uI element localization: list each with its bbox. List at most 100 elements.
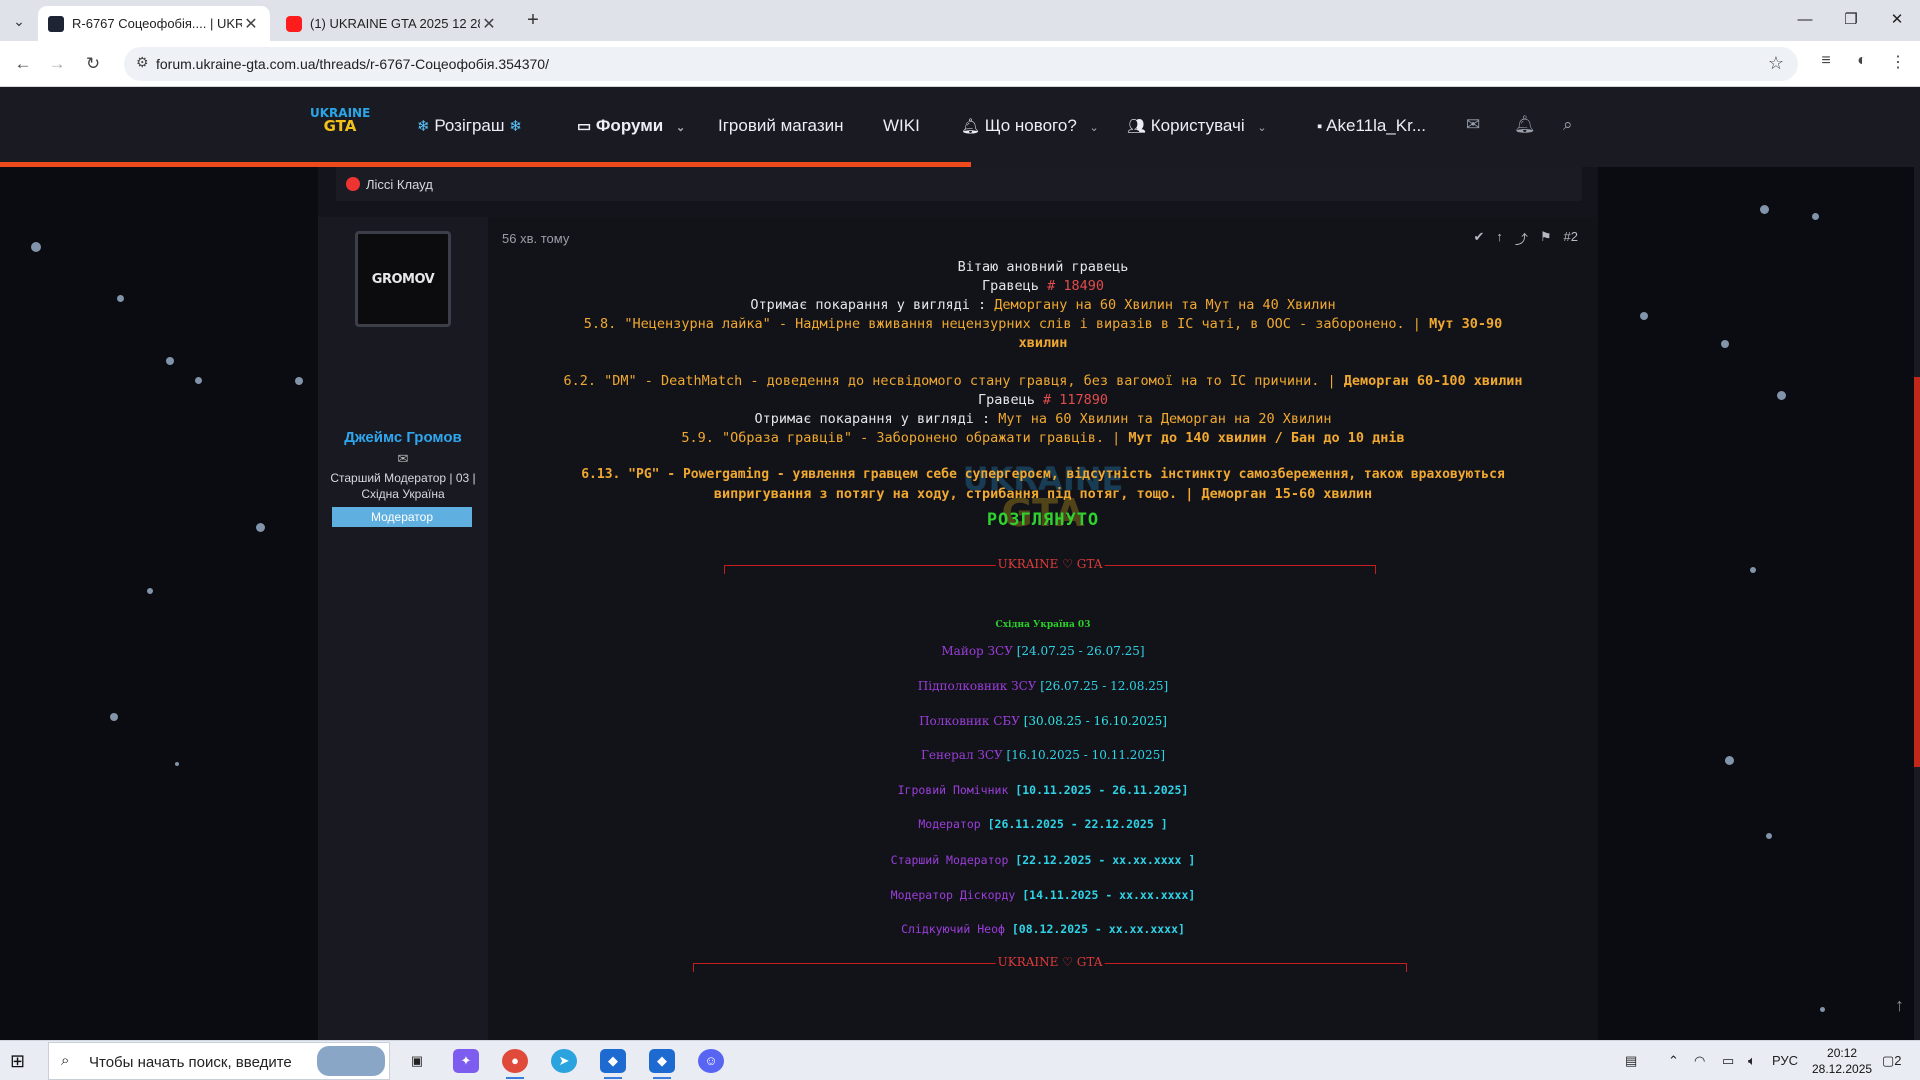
system-clock[interactable]: 20:12 28.12.2025 — [1812, 1045, 1872, 1077]
bell-icon: 🔔︎ — [961, 118, 981, 135]
back-to-top-icon[interactable]: ↑ — [1895, 995, 1904, 1016]
show-hidden-icons-icon[interactable]: ⌃ — [1668, 1053, 1679, 1069]
post-number[interactable]: #2 — [1564, 229, 1578, 248]
post-author[interactable]: Джеймс Громов — [318, 429, 488, 446]
site-info-icon[interactable]: ⚙ — [136, 54, 149, 71]
rank-role: Ігровий Помічник — [897, 783, 1016, 797]
discord-icon[interactable]: ☺ — [698, 1049, 724, 1073]
chevron-down-icon[interactable]: ⌄ — [1257, 122, 1266, 134]
address-bar[interactable]: ⚙ forum.ukraine-gta.com.ua/threads/r-676… — [124, 47, 1798, 81]
copilot-icon[interactable]: ✦ — [453, 1049, 479, 1073]
envelope-icon[interactable]: ✉ — [318, 451, 488, 467]
rank-line: Слідкуючий Неоф [08.12.2025 - xx.xx.xxxx… — [488, 922, 1598, 936]
reaction-check-icon[interactable]: ✔ — [1473, 229, 1484, 248]
close-tab-icon[interactable]: ✕ — [480, 14, 498, 34]
tab-title: R-6767 Соцеофобія.... | UKRAIN — [72, 16, 242, 31]
address-bar-row: ← → ↻ ⚙ forum.ukraine-gta.com.ua/threads… — [0, 41, 1920, 87]
forward-button[interactable]: → — [44, 51, 70, 77]
divider: UKRAINE ♡ GTA — [724, 557, 1376, 579]
snowflake — [295, 377, 303, 385]
chevron-down-icon[interactable]: ⌄ — [676, 122, 685, 134]
search-icon[interactable]: ⌕ — [1563, 115, 1573, 135]
taskbar-search[interactable]: ⌕ Чтобы начать поиск, введите — [48, 1042, 390, 1080]
rule-line: 5.8. "Нецензурна лайка" - Надмірне вжива… — [488, 316, 1598, 332]
new-tab-button[interactable]: + — [520, 8, 546, 34]
battery-icon[interactable]: ▭ — [1722, 1053, 1734, 1069]
rank-role: Підполковник ЗСУ — [917, 679, 1041, 693]
user-badge: Модератор — [332, 507, 472, 527]
rank-line: Генерал ЗСУ [16.10.2025 - 10.11.2025] — [488, 748, 1598, 762]
snowflake-icon: ❄ — [509, 118, 522, 135]
chevron-down-icon[interactable]: ⌄ — [1090, 122, 1099, 134]
app-icon[interactable]: ◆ — [600, 1049, 626, 1079]
snowflake — [1760, 205, 1769, 214]
post-message: GROMOV Джеймс Громов ✉ Старший Модератор… — [318, 217, 1598, 1040]
browser-menu-icon[interactable]: ⋮ — [1886, 52, 1910, 72]
language-indicator[interactable]: РУС — [1772, 1053, 1798, 1068]
rank-role: Модератор — [918, 817, 988, 831]
status-reviewed: РОЗГЛЯНУТО — [986, 510, 1100, 530]
volume-icon[interactable]: 🔈︎ — [1748, 1053, 1756, 1069]
keyboard-layout-icon[interactable]: ▤ — [1625, 1053, 1637, 1069]
greeting: Вітаю ановний гравець — [957, 259, 1129, 275]
notifications-icon[interactable]: ▢2 — [1882, 1053, 1902, 1069]
inbox-icon[interactable]: ✉ — [1466, 115, 1480, 135]
bookmark-star-icon[interactable]: ☆ — [1768, 53, 1784, 74]
rule-penalty: Мут 30-90 — [1429, 316, 1503, 332]
rank-dates: [14.11.2025 - xx.xx.xxxx] — [1022, 888, 1196, 902]
windows-start-icon[interactable]: ⊞ — [10, 1051, 25, 1072]
scrollbar[interactable] — [1914, 87, 1920, 1040]
snowflake — [31, 242, 41, 252]
punishment-line: Отримає покарання у вигляді : Мут на 60 … — [488, 411, 1598, 427]
tab-search-dropdown-icon[interactable]: ⌄ — [6, 8, 32, 34]
nav-forums[interactable]: ▭ Форуми ⌄ — [577, 116, 685, 136]
nav-wiki[interactable]: WIKI — [883, 116, 920, 136]
rank-line: Ігровий Помічник [10.11.2025 - 26.11.202… — [488, 783, 1598, 797]
snowflake-icon: ❄ — [417, 118, 430, 135]
reload-button[interactable]: ↻ — [80, 51, 106, 77]
app-icon[interactable]: ◆ — [649, 1049, 675, 1079]
rule-penalty: Деморган 60-100 хвилин — [1343, 373, 1523, 389]
chrome-icon[interactable]: ● — [502, 1049, 528, 1079]
telegram-icon[interactable]: ➤ — [551, 1049, 577, 1073]
bookmark-icon[interactable]: ⚑ — [1540, 229, 1552, 248]
snowflake — [1640, 312, 1648, 320]
post-time[interactable]: 56 хв. тому — [502, 231, 569, 246]
back-button[interactable]: ← — [10, 51, 36, 77]
users-icon: 👥︎ — [1127, 118, 1147, 135]
snowflake — [1750, 567, 1756, 573]
rank-role: Майор ЗСУ — [941, 644, 1017, 658]
reaction-user[interactable]: Ліссі Клауд — [366, 177, 433, 192]
nav-whats-new[interactable]: 🔔︎ Що нового? ⌄ — [961, 116, 1099, 136]
close-tab-icon[interactable]: ✕ — [242, 14, 260, 34]
minimize-button[interactable]: — — [1782, 0, 1828, 41]
rank-dates: [24.07.25 - 26.07.25] — [1016, 644, 1145, 658]
site-logo[interactable]: UKRAINE GTA — [310, 107, 370, 143]
network-icon[interactable]: ◠ — [1694, 1053, 1705, 1069]
share-icon[interactable]: ⤴ — [1515, 229, 1528, 248]
close-window-button[interactable]: ✕ — [1874, 0, 1920, 41]
tab-forum-thread[interactable]: R-6767 Соцеофобія.... | UKRAIN ✕ — [38, 6, 270, 41]
url-text[interactable]: forum.ukraine-gta.com.ua/threads/r-6767-… — [156, 56, 549, 72]
rank-dates: [16.10.2025 - 10.11.2025] — [1006, 748, 1166, 762]
task-view-icon[interactable]: ▣ — [404, 1049, 430, 1073]
rank-role: Генерал ЗСУ — [920, 748, 1007, 762]
nav-giveaway[interactable]: ❄ Розіграш ❄ — [417, 116, 522, 136]
alerts-bell-icon[interactable]: 🔔︎ — [1514, 115, 1536, 135]
nav-game-shop[interactable]: Ігровий магазин — [718, 116, 844, 136]
divider: UKRAINE ♡ GTA — [693, 955, 1407, 977]
media-control-icon[interactable]: ≡ — [1814, 52, 1838, 70]
rank-line: Старший Модератор [22.12.2025 - xx.xx.xx… — [488, 853, 1598, 867]
arrow-up-icon[interactable]: ↑ — [1496, 229, 1503, 248]
chat-bubble-icon: ▭ — [577, 118, 592, 135]
nav-users[interactable]: 👥︎ Користувачі ⌄ — [1127, 116, 1267, 136]
scrollbar-thumb[interactable] — [1914, 377, 1920, 767]
rank-dates: [30.08.25 - 16.10.2025] — [1023, 714, 1167, 728]
divider-right-tick — [1375, 566, 1376, 574]
avatar[interactable]: GROMOV — [355, 231, 451, 327]
profile-icon[interactable]: ◐ — [1850, 52, 1874, 70]
restore-button[interactable]: ❐ — [1828, 0, 1874, 41]
tab-youtube-video[interactable]: (1) UKRAINE GTA 2025 12 28 18 ✕ — [276, 6, 508, 41]
nav-account[interactable]: ▪ Ake11la_Kr... — [1317, 116, 1426, 136]
rank-dates: [08.12.2025 - xx.xx.xxxx] — [1011, 922, 1185, 936]
